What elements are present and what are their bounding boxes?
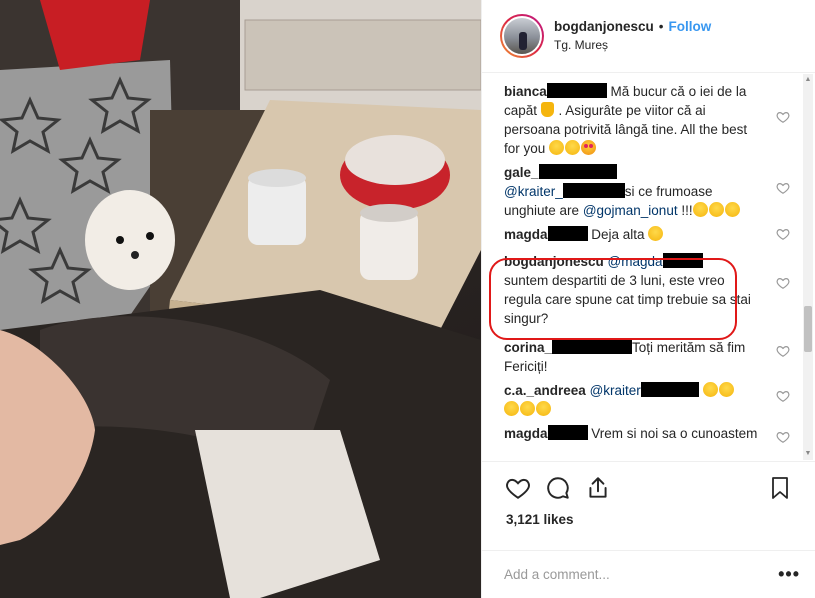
avatar[interactable] <box>500 14 544 58</box>
small-heart-icon[interactable] <box>776 227 790 241</box>
small-heart-icon[interactable] <box>776 110 790 124</box>
mention-link[interactable]: @kraiter_ <box>504 184 563 199</box>
separator-dot: • <box>658 19 664 35</box>
scroll-up-arrow-icon[interactable]: ▲ <box>803 74 813 86</box>
laughing-emoji <box>724 202 740 217</box>
comment-text: suntem despartiti de 3 luni, este vreo r… <box>504 273 751 326</box>
redacted-block <box>546 83 607 98</box>
wink-emoji <box>565 140 581 155</box>
photo-illustration <box>0 0 481 598</box>
redacted-block <box>538 164 617 179</box>
scroll-thumb[interactable] <box>804 306 812 352</box>
mention-link[interactable]: @magda <box>608 254 663 269</box>
comment-username[interactable]: bogdanjonescu <box>504 254 604 269</box>
more-options-icon[interactable]: ••• <box>778 564 800 585</box>
laughing-emoji <box>692 202 708 217</box>
add-comment-bar: ••• <box>482 550 815 598</box>
small-heart-icon[interactable] <box>776 344 790 358</box>
comment-username[interactable]: magda <box>504 227 548 242</box>
comment-username[interactable]: gale_ <box>504 165 539 180</box>
redacted-block <box>640 382 699 397</box>
post-actions: 3,121 likes <box>482 461 815 527</box>
comment-text: Vrem si noi sa o cunoastem <box>587 426 758 441</box>
post-sidebar: bogdanjonescu • Follow Tg. Mureș bianca … <box>481 0 815 598</box>
heart-icon[interactable] <box>498 468 538 508</box>
smile-emoji <box>549 140 565 155</box>
comment-text: Deja alta <box>587 227 649 242</box>
laughing-emoji <box>718 382 734 397</box>
comments-list[interactable]: bianca Mă bucur că o iei de la capăt . A… <box>482 74 804 460</box>
speech-bubble-icon[interactable] <box>538 468 578 508</box>
comment-item-highlighted: bogdanjonescu @magda suntem despartiti d… <box>482 252 804 328</box>
small-heart-icon[interactable] <box>776 430 790 444</box>
laughing-emoji <box>520 401 535 416</box>
small-heart-icon[interactable] <box>776 389 790 403</box>
heart-eyes-emoji <box>581 140 597 155</box>
comment-item: gale_ @kraiter_ si ce frumoase unghiute a… <box>482 163 804 220</box>
laughing-emoji <box>708 202 724 217</box>
share-icon[interactable] <box>578 468 618 508</box>
comment-input[interactable] <box>504 567 779 582</box>
small-heart-icon[interactable] <box>776 181 790 195</box>
comment-item: corina_ Toți merităm să fim Fericiți! <box>482 338 804 376</box>
comment-item: bianca Mă bucur că o iei de la capăt . A… <box>482 74 804 158</box>
mention-link[interactable]: @kraiter <box>590 383 641 398</box>
small-heart-icon[interactable] <box>776 276 790 290</box>
location-link[interactable]: Tg. Mureș <box>554 38 711 53</box>
comments-scrollbar[interactable]: ▲ ▼ <box>803 74 813 460</box>
redacted-block <box>562 183 625 198</box>
comment-username[interactable]: c.a._andreea <box>504 383 586 398</box>
bookmark-icon[interactable] <box>760 468 800 508</box>
laughing-emoji <box>536 401 551 416</box>
laughing-emoji <box>504 401 519 416</box>
likes-count[interactable]: 3,121 likes <box>498 512 800 527</box>
post-photo[interactable] <box>0 0 481 598</box>
comment-text: !!! <box>677 203 693 218</box>
mention-link[interactable]: @gojman_ionut <box>583 203 678 218</box>
comment-username[interactable]: magda <box>504 426 548 441</box>
comment-username[interactable]: corina_ <box>504 340 552 355</box>
post-username[interactable]: bogdanjonescu <box>554 19 654 36</box>
thumbs-up-emoji <box>540 102 554 117</box>
redacted-block <box>662 253 703 268</box>
laughing-emoji <box>702 382 718 397</box>
redacted-block <box>547 425 588 440</box>
redacted-block <box>552 339 633 354</box>
comment-item: magda Deja alta <box>482 225 804 244</box>
follow-button[interactable]: Follow <box>669 19 712 36</box>
comment-item: c.a._andreea @kraiter <box>482 381 804 419</box>
post-header: bogdanjonescu • Follow Tg. Mureș <box>482 0 815 73</box>
redacted-block <box>547 226 588 241</box>
laughing-emoji <box>648 226 664 241</box>
comment-item: magda Vrem si noi sa o cunoastem <box>482 424 804 443</box>
scroll-down-arrow-icon[interactable]: ▼ <box>803 448 813 460</box>
comment-username[interactable]: bianca <box>504 84 547 99</box>
